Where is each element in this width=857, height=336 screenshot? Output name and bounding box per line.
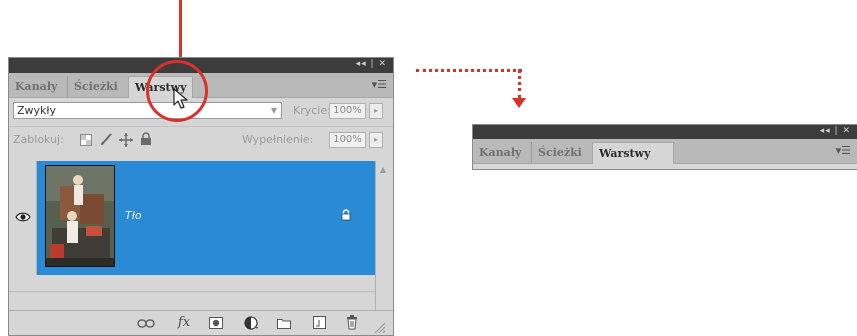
layer-name[interactable]: Tło bbox=[125, 209, 142, 222]
annotation-dotted-line-vertical bbox=[518, 69, 521, 99]
layers-scrollbar[interactable]: ▲ ▼ bbox=[375, 161, 393, 334]
panel-tabbar: Kanały Ścieżki Warstwy ▾☰ bbox=[473, 139, 857, 164]
tab-channels[interactable]: Kanały bbox=[9, 76, 63, 97]
resize-grip-icon[interactable] bbox=[374, 322, 386, 333]
layers-bottom-toolbar: fx bbox=[9, 310, 393, 335]
dropdown-arrow-icon: ▼ bbox=[270, 106, 277, 115]
visibility-column bbox=[9, 161, 37, 275]
annotation-dotted-line bbox=[416, 69, 522, 72]
layers-separator bbox=[9, 291, 375, 292]
opacity-input[interactable]: 100% bbox=[329, 103, 366, 119]
scroll-up-icon[interactable]: ▲ bbox=[380, 165, 386, 174]
layer-thumbnail[interactable] bbox=[45, 165, 115, 267]
panel-menu-icon[interactable]: ▾☰ bbox=[836, 144, 851, 157]
lock-transparent-icon[interactable] bbox=[80, 134, 92, 146]
adjustment-icon[interactable] bbox=[244, 316, 260, 330]
layers-panel-collapsed: ◂◂ | ✕ Kanały Ścieżki Warstwy ▾☰ bbox=[472, 124, 857, 170]
thumbnail-image bbox=[46, 166, 114, 266]
group-icon[interactable] bbox=[277, 317, 291, 329]
annotation-arrow-head bbox=[512, 98, 526, 108]
opacity-label: Krycie: bbox=[293, 104, 331, 117]
mask-icon[interactable] bbox=[209, 317, 223, 329]
lock-move-icon[interactable] bbox=[119, 133, 133, 147]
blend-mode-value: Zwykły bbox=[17, 104, 57, 117]
layers-list: Tło ▲ ▼ bbox=[9, 161, 393, 334]
eye-icon[interactable] bbox=[15, 211, 31, 223]
fx-icon[interactable]: fx bbox=[174, 315, 194, 331]
panel-window-controls[interactable]: ◂◂ | ✕ bbox=[820, 126, 851, 136]
opacity-slider-button[interactable]: ▸ bbox=[369, 103, 383, 119]
panel-collapsed-body bbox=[473, 164, 857, 169]
lock-brush-icon[interactable] bbox=[99, 133, 113, 147]
lock-label: Zablokuj: bbox=[13, 133, 64, 146]
panel-titlebar: ◂◂ | ✕ bbox=[473, 125, 857, 139]
lock-all-icon[interactable] bbox=[140, 132, 152, 146]
panel-window-controls[interactable]: ◂◂ | ✕ bbox=[356, 59, 387, 69]
fill-slider-button[interactable]: ▸ bbox=[369, 132, 383, 148]
tab-channels[interactable]: Kanały bbox=[473, 142, 527, 163]
new-layer-icon[interactable] bbox=[313, 316, 326, 329]
mouse-cursor-icon bbox=[173, 88, 188, 109]
fill-label: Wypełnienie: bbox=[242, 133, 314, 146]
blend-mode-select[interactable]: Zwykły ▼ bbox=[13, 102, 282, 119]
tab-paths[interactable]: Ścieżki bbox=[531, 142, 588, 163]
annotation-line bbox=[179, 0, 182, 58]
layer-lock-icon bbox=[341, 209, 351, 221]
panel-menu-icon[interactable]: ▾☰ bbox=[372, 78, 387, 91]
tab-paths[interactable]: Ścieżki bbox=[67, 76, 124, 97]
lock-row: Zablokuj: Wypełnienie: 100% ▸ bbox=[9, 126, 393, 153]
layer-row[interactable]: Tło bbox=[9, 161, 375, 275]
fill-input[interactable]: 100% bbox=[329, 132, 366, 148]
trash-icon[interactable] bbox=[346, 315, 358, 330]
tab-layers[interactable]: Warstwy bbox=[592, 142, 674, 164]
link-icon[interactable] bbox=[137, 319, 155, 328]
